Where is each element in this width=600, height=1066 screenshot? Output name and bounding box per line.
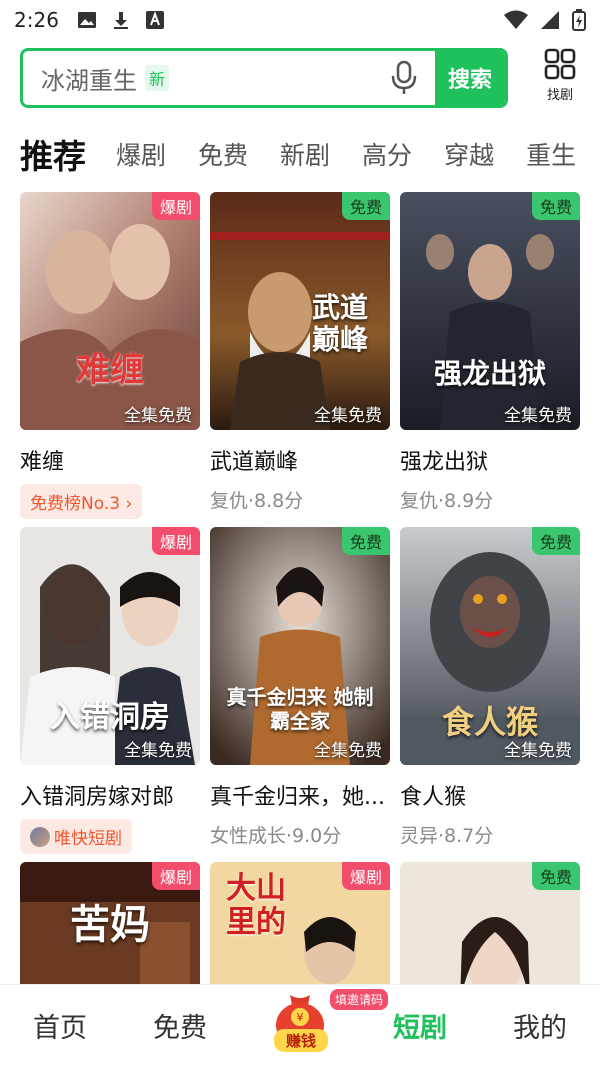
tab-time-travel[interactable]: 穿越 <box>444 136 494 172</box>
poster[interactable]: 入错洞房 爆剧 全集免费 <box>20 527 200 765</box>
poster-text: 大山里的 <box>226 871 286 940</box>
card-title: 真千金归来，她... <box>210 785 385 810</box>
microphone-icon[interactable] <box>389 60 419 96</box>
drama-card[interactable]: 入错洞房 爆剧 全集免费 入错洞房嫁对郎 唯快短剧 <box>20 527 200 854</box>
invite-code-badge[interactable]: 填邀请码 <box>330 989 389 1010</box>
free-tag: 免费 <box>341 192 390 220</box>
search-button[interactable]: 搜索 <box>435 51 505 105</box>
tab-free[interactable]: 免费 <box>198 136 248 172</box>
status-time: 2:26 <box>14 8 59 32</box>
hot-tag: 爆剧 <box>151 862 200 890</box>
nav-home[interactable]: 首页 <box>0 1006 120 1045</box>
poster-text: 入错洞房 <box>50 700 170 735</box>
find-drama-button[interactable]: 找剧 <box>538 48 582 108</box>
search-input[interactable]: 冰湖重生 新 <box>23 51 389 105</box>
rank-pill-label: 免费榜No.3 › <box>30 494 133 514</box>
hot-tag: 爆剧 <box>151 192 200 220</box>
card-title: 武道巅峰 <box>210 450 299 475</box>
studio-pill[interactable]: 唯快短剧 <box>20 819 132 854</box>
poster-text: 苦妈 <box>70 901 150 948</box>
category-tabs: 推荐 爆剧 免费 新剧 高分 穿越 重生 <box>0 128 600 180</box>
hot-tag: 爆剧 <box>341 862 390 890</box>
free-tag: 免费 <box>531 527 580 555</box>
tab-high-score[interactable]: 高分 <box>362 136 412 172</box>
download-icon <box>113 12 128 29</box>
image-icon <box>77 12 96 28</box>
card-title: 难缠 <box>20 450 65 475</box>
card-subtitle: 女性成长·9.0分 <box>210 825 342 847</box>
card-title: 入错洞房嫁对郎 <box>20 785 175 810</box>
free-tag: 免费 <box>341 527 390 555</box>
free-overlay: 全集免费 <box>124 741 192 761</box>
poster-text: 真千金归来 她制霸全家 <box>226 685 374 733</box>
poster-text: 难缠 <box>76 350 144 390</box>
tab-hot[interactable]: 爆剧 <box>116 136 166 172</box>
free-tag: 免费 <box>531 862 580 890</box>
studio-pill-label: 唯快短剧 <box>54 829 122 849</box>
search-query: 冰湖重生 <box>41 66 137 95</box>
poster[interactable]: 难缠 爆剧 全集免费 <box>20 192 200 430</box>
nav-free[interactable]: 免费 <box>120 1006 240 1045</box>
new-badge: 新 <box>145 65 170 91</box>
card-subtitle: 复仇·8.8分 <box>210 490 304 512</box>
card-title: 强龙出狱 <box>400 450 489 475</box>
poster[interactable]: 武道巅峰 免费 全集免费 <box>210 192 390 430</box>
tab-rebirth[interactable]: 重生 <box>526 136 576 172</box>
a-icon <box>145 11 164 29</box>
drama-card[interactable]: 食人猴 免费 全集免费 食人猴 灵异·8.7分 <box>400 527 580 848</box>
poster-text: 武道巅峰 <box>311 291 368 356</box>
search-row: 冰湖重生 新 搜索 找剧 <box>20 48 580 108</box>
find-drama-label: 找剧 <box>546 88 573 103</box>
grid-icon <box>544 48 576 80</box>
hot-tag: 爆剧 <box>151 527 200 555</box>
poster[interactable]: 强龙出狱 免费 全集免费 <box>400 192 580 430</box>
free-overlay: 全集免费 <box>124 406 192 426</box>
drama-card[interactable]: 武道巅峰 免费 全集免费 武道巅峰 复仇·8.8分 <box>210 192 390 513</box>
free-overlay: 全集免费 <box>314 741 382 761</box>
status-bar: 2:26 <box>0 0 600 40</box>
free-overlay: 全集免费 <box>504 741 572 761</box>
tab-recommend[interactable]: 推荐 <box>20 130 86 178</box>
poster[interactable]: 食人猴 免费 全集免费 <box>400 527 580 765</box>
battery-icon <box>572 9 586 31</box>
rank-pill[interactable]: 免费榜No.3 › <box>20 484 143 519</box>
studio-avatar <box>30 826 50 847</box>
free-tag: 免费 <box>531 192 580 220</box>
nav-shorts[interactable]: 短剧 <box>360 1006 480 1045</box>
signal-icon <box>541 11 559 29</box>
svg-text:¥: ¥ <box>297 1011 304 1024</box>
search-box[interactable]: 冰湖重生 新 搜索 <box>20 48 508 108</box>
card-subtitle: 复仇·8.9分 <box>400 490 494 512</box>
tab-new[interactable]: 新剧 <box>280 136 330 172</box>
card-title: 食人猴 <box>400 785 467 810</box>
earn-label: 赚钱 <box>274 1028 328 1052</box>
free-overlay: 全集免费 <box>314 406 382 426</box>
free-overlay: 全集免费 <box>504 406 572 426</box>
drama-card[interactable]: 真千金归来 她制霸全家 免费 全集免费 真千金归来，她... 女性成长·9.0分 <box>210 527 390 848</box>
poster-text: 强龙出狱 <box>433 357 546 390</box>
card-subtitle: 灵异·8.7分 <box>400 825 494 847</box>
drama-card[interactable]: 强龙出狱 免费 全集免费 强龙出狱 复仇·8.9分 <box>400 192 580 513</box>
drama-card[interactable]: 难缠 爆剧 全集免费 难缠 免费榜No.3 › <box>20 192 200 519</box>
bottom-nav: 首页 免费 ¥ 赚钱 短剧 我的 填邀请码 <box>0 984 600 1066</box>
nav-mine[interactable]: 我的 <box>480 1006 600 1045</box>
poster[interactable]: 真千金归来 她制霸全家 免费 全集免费 <box>210 527 390 765</box>
wifi-icon <box>504 10 528 29</box>
